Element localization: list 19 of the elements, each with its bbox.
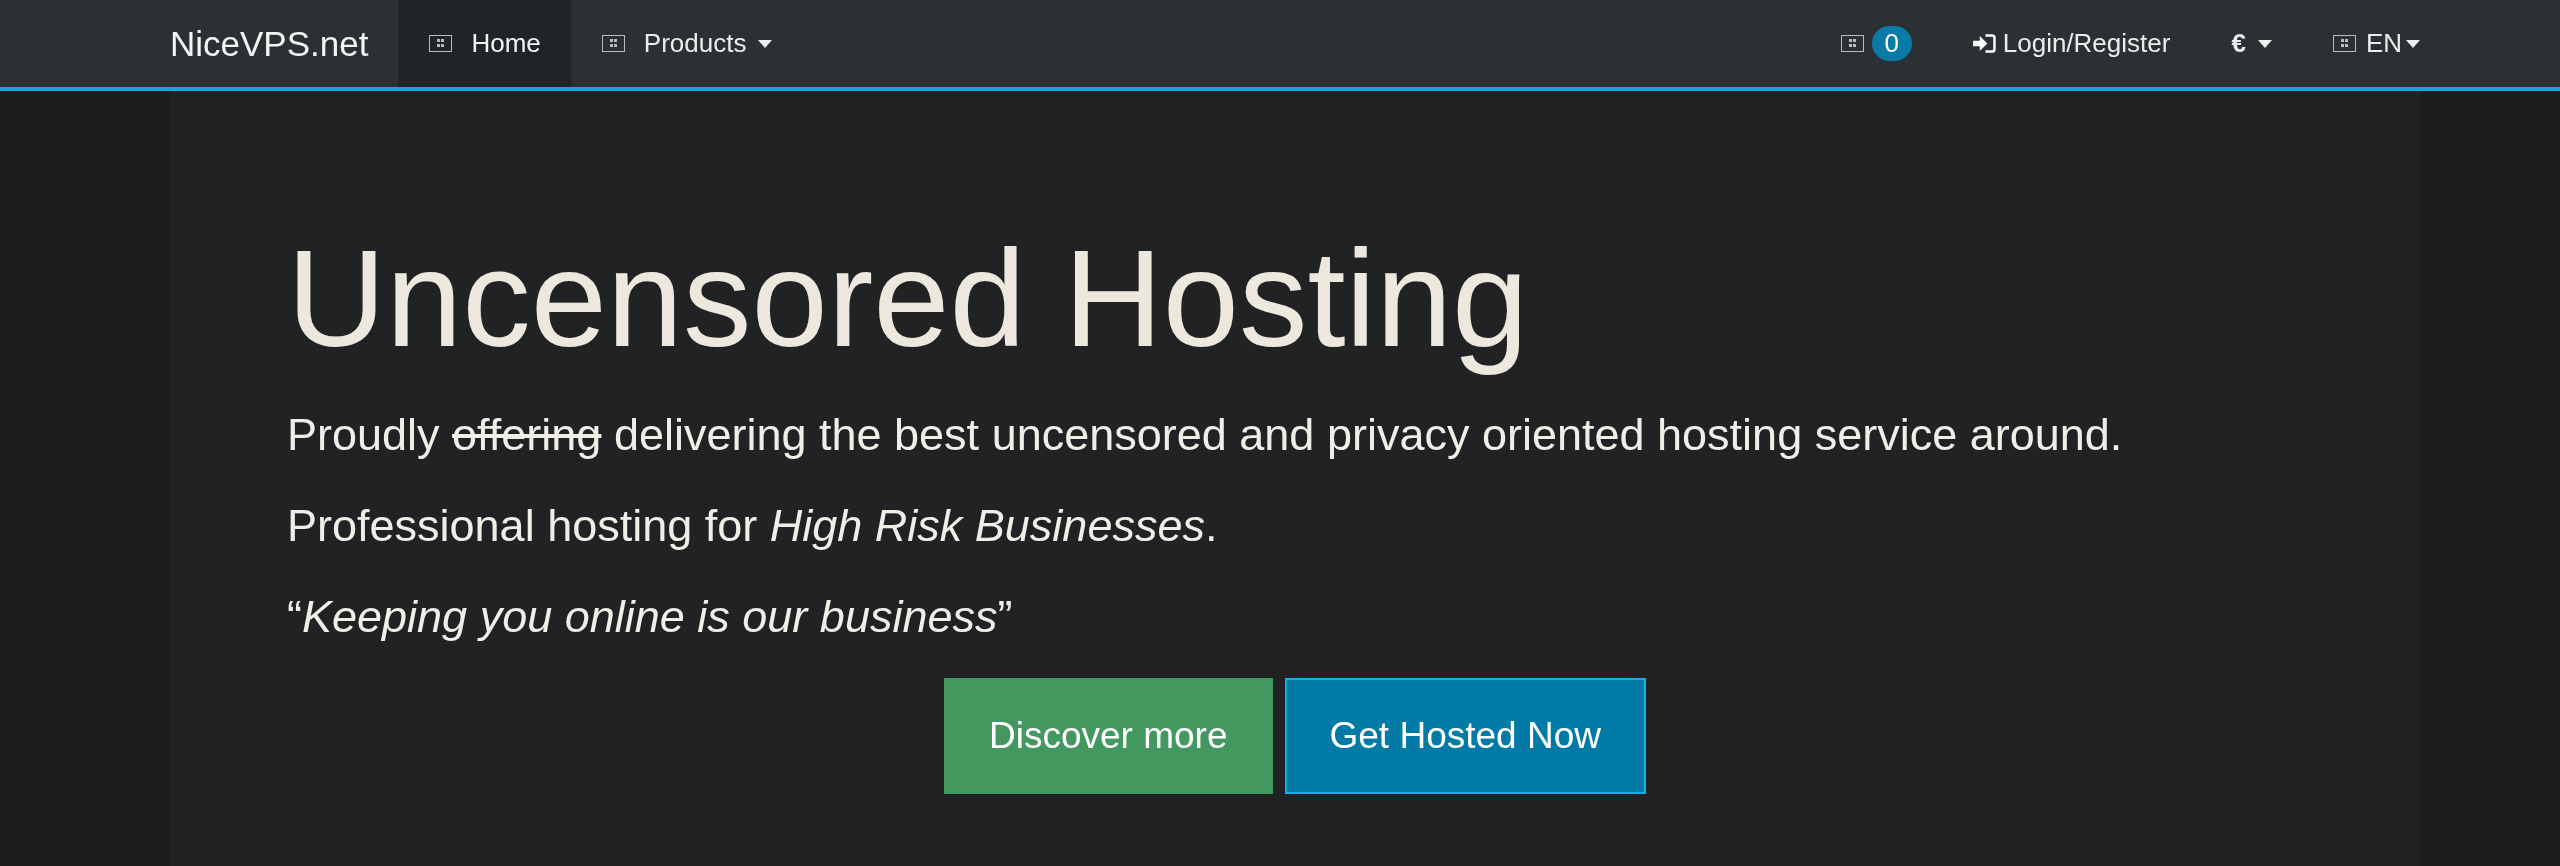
hero-title: Uncensored Hosting [287, 223, 1530, 374]
nav-link[interactable]: Home [398, 0, 571, 87]
sign-in-icon [1972, 34, 1996, 53]
cta-button[interactable]: Discover more [944, 678, 1273, 794]
missing-glyph-icon [429, 35, 453, 52]
missing-glyph-icon [1840, 35, 1864, 52]
login-link[interactable]: Login/Register [1941, 0, 2201, 87]
missing-glyph-icon [601, 35, 625, 52]
hero-text: “Keeping you online is our business” [287, 590, 1014, 644]
cart-count-badge: 0 [1871, 26, 1912, 61]
brand-link[interactable]: NiceVPS.net [170, 0, 399, 87]
hero-text: Professional hosting for High Risk Businesses. [287, 499, 1219, 553]
hero-text: Proudly offering delivering the best uncensored and privacy oriented hosting service around. [287, 408, 2124, 462]
currency-dropdown[interactable]: € [2200, 0, 2302, 87]
language-dropdown[interactable]: EN [2301, 0, 2450, 87]
cart-link[interactable]: 0 [1809, 0, 1942, 87]
missing-glyph-icon [2332, 35, 2356, 52]
nav-link[interactable]: Products [570, 0, 803, 87]
cta-button[interactable]: Get Hosted Now [1284, 678, 1646, 794]
